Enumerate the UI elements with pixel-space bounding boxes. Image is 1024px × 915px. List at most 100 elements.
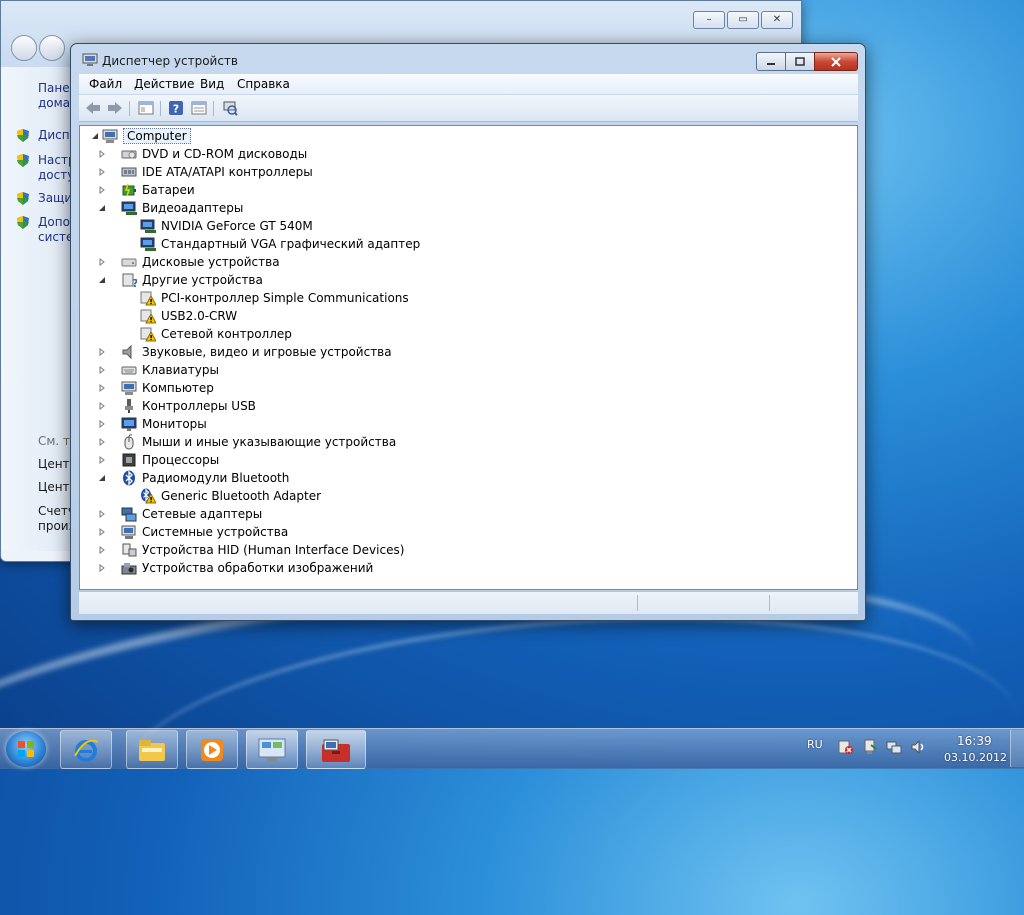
tree-item-label: Звуковые, видео и игровые устройства (142, 345, 392, 359)
expanded-arrow-icon[interactable] (97, 203, 107, 213)
tree-category[interactable]: ? Другие устройства (99, 271, 263, 289)
collapsed-arrow-icon[interactable] (97, 185, 107, 195)
computer-icon (121, 381, 137, 395)
tree-category[interactable]: Звуковые, видео и игровые устройства (99, 343, 392, 361)
collapsed-arrow-icon[interactable] (97, 149, 107, 159)
tree-item-label: Контроллеры USB (142, 399, 256, 413)
tree-device[interactable]: NVIDIA GeForce GT 540M (128, 217, 313, 235)
disk-drive-icon (121, 258, 137, 267)
tree-category[interactable]: Мониторы (99, 415, 207, 433)
network-icon[interactable] (886, 739, 902, 755)
tree-item-label: Сетевые адаптеры (142, 507, 263, 521)
sidebar-link[interactable]: досту (38, 168, 74, 183)
menu-action[interactable]: Действие (134, 77, 194, 91)
taskbar-explorer[interactable] (126, 730, 178, 769)
back-nav-button[interactable] (11, 35, 37, 61)
uac-shield-icon (17, 129, 29, 142)
collapsed-arrow-icon[interactable] (97, 401, 107, 411)
collapsed-arrow-icon[interactable] (97, 437, 107, 447)
collapsed-arrow-icon[interactable] (97, 545, 107, 555)
menu-view[interactable]: Вид (200, 77, 224, 91)
tree-category[interactable]: Радиомодули Bluetooth (99, 469, 290, 487)
taskbar-control-panel[interactable] (246, 730, 298, 769)
expanded-arrow-icon[interactable] (97, 473, 107, 483)
windows-logo-icon (18, 741, 34, 757)
dvd-drive-icon (121, 150, 137, 159)
menu-file[interactable]: Файл (89, 77, 122, 91)
svg-text:?: ? (132, 277, 137, 288)
collapsed-arrow-icon[interactable] (97, 527, 107, 537)
tree-category[interactable]: Процессоры (99, 451, 219, 469)
uac-shield-icon (17, 192, 29, 205)
uac-shield-icon (17, 154, 29, 167)
show-desktop-button[interactable] (1010, 730, 1024, 767)
warning-device-icon (140, 309, 156, 324)
help-button[interactable]: ? (167, 99, 185, 117)
console-tree-button[interactable] (137, 99, 155, 117)
scan-hardware-icon (223, 101, 238, 116)
tree-category[interactable]: IDE ATA/ATAPI контроллеры (99, 163, 313, 181)
close-button[interactable]: ✕ (761, 11, 793, 29)
collapsed-arrow-icon[interactable] (97, 347, 107, 357)
clock-date[interactable]: 03.10.2012 (944, 751, 1007, 764)
tree-root[interactable]: Computer (90, 127, 191, 145)
tree-device[interactable]: Сетевой контроллер (128, 325, 292, 343)
action-center-icon[interactable] (838, 739, 854, 755)
scan-hardware-button[interactable] (221, 99, 239, 117)
tree-device[interactable]: Generic Bluetooth Adapter (128, 487, 321, 505)
maximize-button[interactable]: ▭ (727, 11, 759, 29)
minimize-button[interactable]: – (693, 11, 725, 29)
tree-category[interactable]: Компьютер (99, 379, 214, 397)
collapsed-arrow-icon[interactable] (97, 167, 107, 177)
tree-device[interactable]: USB2.0-CRW (128, 307, 237, 325)
taskbar-internet-explorer[interactable] (60, 730, 112, 769)
expanded-arrow-icon[interactable] (97, 275, 107, 285)
tree-item-label: Мониторы (142, 417, 207, 431)
tree-category[interactable]: Дисковые устройства (99, 253, 280, 271)
tree-category[interactable]: Устройства HID (Human Interface Devices) (99, 541, 404, 559)
close-button[interactable] (814, 52, 858, 71)
tree-category[interactable]: Системные устройства (99, 523, 288, 541)
tree-device[interactable]: PCI-контроллер Simple Communications (128, 289, 409, 307)
tree-category[interactable]: Сетевые адаптеры (99, 505, 263, 523)
monitor-icon (121, 417, 137, 431)
forward-button[interactable] (106, 99, 124, 117)
device-tree[interactable]: Computer DVD и CD-ROM дисководы IDE ATA/A… (79, 125, 858, 590)
minimize-button[interactable] (756, 52, 785, 71)
maximize-button[interactable] (785, 52, 814, 71)
properties-button[interactable] (190, 99, 208, 117)
status-bar (79, 591, 858, 614)
tree-device[interactable]: Стандартный VGA графический адаптер (128, 235, 420, 253)
back-button[interactable] (84, 99, 102, 117)
toolbar-separator (213, 101, 214, 116)
collapsed-arrow-icon[interactable] (97, 257, 107, 267)
tree-category[interactable]: Устройства обработки изображений (99, 559, 373, 577)
taskbar-media-player[interactable] (186, 730, 238, 769)
collapsed-arrow-icon[interactable] (97, 419, 107, 429)
start-button[interactable] (6, 731, 46, 767)
collapsed-arrow-icon[interactable] (97, 383, 107, 393)
safely-remove-icon[interactable] (862, 739, 878, 755)
usb-icon (125, 399, 133, 413)
tree-category[interactable]: Батареи (99, 181, 195, 199)
tree-category[interactable]: Видеоадаптеры (99, 199, 243, 217)
collapsed-arrow-icon[interactable] (97, 509, 107, 519)
device-manager-window[interactable]: Диспетчер устройств Файл Действие Вид Сп… (70, 43, 866, 621)
collapsed-arrow-icon[interactable] (97, 455, 107, 465)
volume-icon[interactable] (910, 739, 926, 755)
tree-category[interactable]: Клавиатуры (99, 361, 219, 379)
collapsed-arrow-icon[interactable] (97, 563, 107, 573)
tree-item-label: Радиомодули Bluetooth (142, 471, 290, 485)
tree-item-label: Батареи (142, 183, 195, 197)
collapsed-arrow-icon[interactable] (97, 365, 107, 375)
taskbar-device-manager[interactable] (306, 730, 366, 769)
language-indicator[interactable]: RU (807, 738, 823, 751)
expanded-arrow-icon[interactable] (90, 131, 100, 141)
tree-category[interactable]: Мыши и иные указывающие устройства (99, 433, 396, 451)
forward-nav-button[interactable] (39, 35, 65, 61)
menu-help[interactable]: Справка (237, 77, 290, 91)
tree-category[interactable]: DVD и CD-ROM дисководы (99, 145, 307, 163)
clock-time[interactable]: 16:39 (957, 734, 992, 748)
mouse-icon (124, 434, 134, 450)
tree-category[interactable]: Контроллеры USB (99, 397, 256, 415)
